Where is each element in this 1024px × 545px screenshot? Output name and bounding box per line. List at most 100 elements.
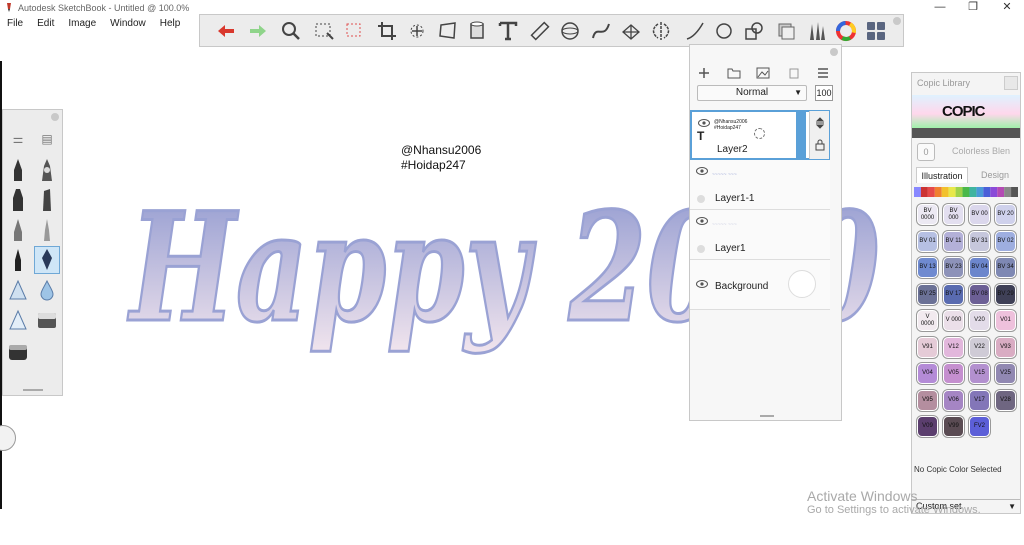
menu-window[interactable]: Window — [103, 16, 153, 32]
copic-swatch[interactable]: V 000 — [943, 310, 964, 331]
layer-lock-dot[interactable] — [697, 245, 705, 253]
layer-row-layer1[interactable]: ~~~~~ ~~~ Layer1 — [690, 210, 830, 260]
layer-row-layer1-1[interactable]: ~~~~~ ~~~ Layer1-1 — [690, 160, 830, 210]
copic-swatch[interactable]: BV 08 — [969, 283, 990, 305]
copic-swatch[interactable]: BV 00 — [969, 204, 990, 225]
copic-swatch[interactable]: BV 0000 — [917, 204, 938, 225]
add-group-icon[interactable] — [724, 65, 744, 81]
copic-swatch[interactable]: V06 — [943, 389, 964, 411]
toolbar-close-button[interactable] — [893, 17, 901, 25]
copic-swatch[interactable]: BV 17 — [943, 283, 964, 305]
copic-swatch[interactable]: BV 23 — [943, 257, 964, 278]
copic-swatch[interactable]: V09 — [917, 416, 938, 437]
undo-icon[interactable] — [213, 19, 239, 43]
layer-row-background[interactable]: Background — [690, 260, 830, 310]
chisel-marker-brush-icon[interactable] — [34, 186, 60, 214]
eraser-icon[interactable] — [34, 306, 60, 334]
visibility-eye-icon[interactable] — [696, 217, 708, 225]
airbrush-icon[interactable] — [5, 276, 31, 304]
copic-swatch[interactable]: BV 31 — [969, 230, 990, 252]
copic-swatch[interactable]: V95 — [917, 389, 938, 411]
menu-image[interactable]: Image — [61, 16, 103, 32]
layers-icon[interactable] — [773, 19, 799, 43]
copic-swatch[interactable]: FV2 — [969, 416, 990, 437]
tab-illustration[interactable]: Illustration — [916, 167, 968, 183]
brush-library-icon[interactable]: ▤ — [34, 130, 60, 148]
water-brush-icon[interactable] — [34, 276, 60, 304]
visibility-eye-icon[interactable] — [698, 119, 710, 127]
copic-swatch[interactable]: BV 13 — [917, 257, 938, 278]
copic-swatch[interactable]: V93 — [995, 336, 1016, 358]
shape-icon[interactable] — [711, 19, 737, 43]
copic-swatch[interactable]: V01 — [995, 310, 1016, 331]
stroke-icon[interactable] — [682, 19, 708, 43]
color-family-segment[interactable] — [955, 187, 963, 197]
copic-swatch[interactable]: V05 — [943, 363, 964, 384]
calligraphy-brush-icon[interactable] — [34, 246, 60, 274]
lasso-icon[interactable] — [341, 19, 367, 43]
copic-color-family-strip[interactable] — [914, 187, 1018, 197]
copic-swatch[interactable]: V15 — [969, 363, 990, 384]
copic-swatch[interactable]: BV 000 — [943, 204, 964, 225]
ink-brush-icon[interactable] — [5, 246, 31, 274]
color-family-segment[interactable] — [969, 187, 977, 197]
symmetry-icon[interactable] — [648, 19, 674, 43]
color-family-segment[interactable] — [1004, 187, 1012, 197]
text-icon[interactable] — [495, 19, 521, 43]
copic-swatch[interactable]: V12 — [943, 336, 964, 358]
brush-settings-icon[interactable]: ⚌ — [5, 130, 31, 148]
distort-icon[interactable] — [435, 19, 461, 43]
copic-swatch[interactable]: V22 — [969, 336, 990, 358]
brush-palette-close-button[interactable] — [51, 113, 59, 121]
felt-pen-brush-icon[interactable] — [5, 216, 31, 244]
copic-swatch[interactable]: V25 — [995, 363, 1016, 384]
lock-layer-icon[interactable] — [815, 139, 825, 151]
copic-swatch[interactable]: BV 01 — [917, 230, 938, 252]
layer-panel-grip[interactable] — [760, 415, 774, 417]
visibility-eye-icon[interactable] — [696, 167, 708, 175]
copic-swatch[interactable]: BV 20 — [995, 204, 1016, 225]
color-family-segment[interactable] — [976, 187, 984, 197]
layer-list-scrollbar[interactable] — [796, 110, 806, 160]
copic-icon[interactable] — [863, 19, 889, 43]
copic-swatch[interactable]: V04 — [917, 363, 938, 384]
layer-menu-icon[interactable] — [813, 65, 833, 81]
color-family-segment[interactable] — [990, 187, 998, 197]
copic-swatch[interactable]: V17 — [969, 389, 990, 411]
color-family-segment[interactable] — [997, 187, 1005, 197]
marker-brush-icon[interactable] — [5, 186, 31, 214]
color-family-segment[interactable] — [920, 187, 928, 197]
close-button[interactable]: ✕ — [992, 0, 1022, 16]
visibility-eye-icon[interactable] — [696, 280, 708, 288]
add-layer-icon[interactable] — [694, 65, 714, 81]
copic-collapse-bar[interactable] — [912, 128, 1020, 138]
select-icon[interactable] — [311, 19, 337, 43]
menu-edit[interactable]: Edit — [30, 16, 61, 32]
hard-eraser-icon[interactable] — [5, 338, 31, 366]
redo-icon[interactable] — [245, 19, 271, 43]
brush-palette-grip[interactable] — [23, 389, 43, 391]
copic-swatch[interactable]: V28 — [995, 389, 1016, 411]
ballpoint-brush-icon[interactable] — [34, 156, 60, 184]
color-family-segment[interactable] — [948, 187, 956, 197]
add-image-icon[interactable] — [753, 65, 773, 81]
delete-layer-icon[interactable] — [784, 65, 804, 81]
menu-file[interactable]: File — [0, 16, 30, 32]
copic-swatch[interactable]: BV 04 — [969, 257, 990, 278]
maximize-button[interactable]: ❐ — [958, 0, 988, 16]
copy-icon[interactable] — [741, 19, 767, 43]
color-family-segment[interactable] — [1011, 187, 1018, 197]
brushes-icon[interactable] — [803, 19, 829, 43]
ruler-icon[interactable] — [527, 19, 553, 43]
zoom-icon[interactable] — [278, 19, 304, 43]
menu-help[interactable]: Help — [153, 16, 188, 32]
minimize-button[interactable]: — — [925, 0, 955, 16]
layer-panel-close-button[interactable] — [830, 48, 838, 56]
fine-pen-brush-icon[interactable] — [34, 216, 60, 244]
color-family-segment[interactable] — [934, 187, 942, 197]
layer-lock-dot[interactable] — [697, 195, 705, 203]
soft-airbrush-icon[interactable] — [5, 306, 31, 334]
copic-swatch[interactable]: BV 34 — [995, 257, 1016, 278]
copic-swatch[interactable]: BV 29 — [995, 283, 1016, 305]
copic-swatch[interactable]: BV 11 — [943, 230, 964, 252]
